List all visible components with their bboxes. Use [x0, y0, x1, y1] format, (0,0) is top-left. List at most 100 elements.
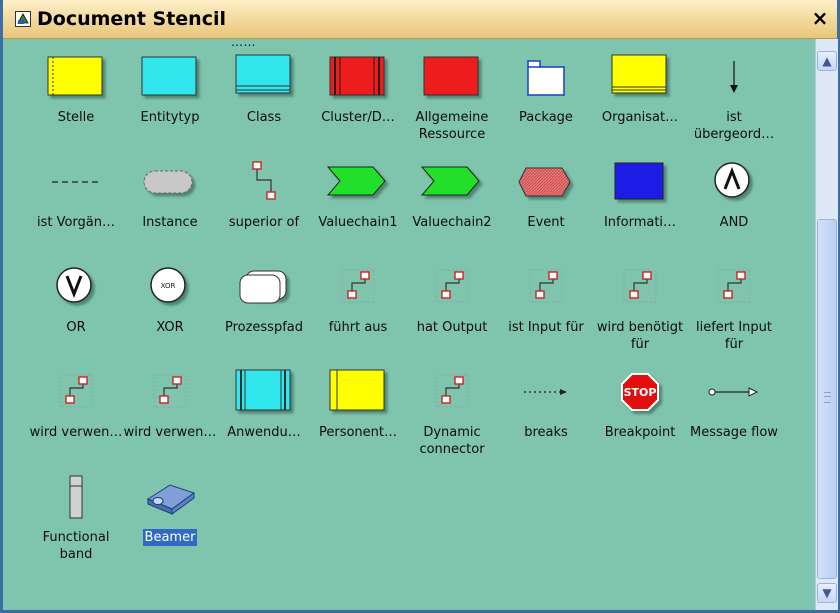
prozesspfad-shape-icon: [217, 257, 311, 317]
stencil-item-label-text: Event: [527, 215, 565, 230]
vertical-scrollbar[interactable]: ▲ ▼: [815, 39, 838, 610]
stencil-item-label-text: Allgemeine Ressource: [415, 110, 489, 142]
stencil-icon: [15, 11, 31, 27]
arrow-down-icon: [687, 47, 781, 107]
stencil-item-label-text: Cluster/D…: [321, 110, 395, 125]
stencil-item-label-text: wird verwen…: [123, 425, 217, 440]
stencil-item-label-text: Breakpoint: [604, 425, 676, 440]
and-operator-icon: [687, 152, 781, 212]
stencil-item-label-text: liefert Input für: [695, 320, 773, 352]
stencil-item-label: Valuechain2: [405, 214, 499, 231]
class-shape-icon: [217, 47, 311, 107]
organisation-shape-icon: [593, 47, 687, 107]
stencil-item-label: Valuechain1: [311, 214, 405, 231]
instance-shape-icon: [123, 152, 217, 212]
stencil-item-label: Personent…: [311, 424, 405, 441]
stencil-item-label-text: Entitytyp: [140, 110, 200, 125]
stencil-item-label-text: AND: [719, 215, 749, 230]
stencil-item-label-text: Personent…: [318, 425, 398, 440]
stencil-item-label-text: ist Input für: [508, 320, 584, 335]
stencil-item-label: Dynamic connector: [405, 424, 499, 458]
dynamic-connector-icon: [29, 362, 123, 422]
stelle-shape-icon: [29, 47, 123, 107]
stencil-item-label: Instance: [123, 214, 217, 231]
stencil-item-label-text: Anwendu…: [227, 425, 301, 440]
stencil-item-label: Package: [499, 109, 593, 126]
document-stencil-window: Document Stencil × …… Stelle Entitytyp Cla…: [0, 0, 840, 613]
stencil-item-label-text: Informati…: [603, 215, 677, 230]
scroll-up-button[interactable]: ▲: [817, 51, 837, 71]
dynamic-connector-icon: [311, 257, 405, 317]
stencil-item-label-text: Prozesspfad: [224, 320, 304, 335]
stencil-item-label: Message flow: [687, 424, 781, 441]
dynamic-connector-icon: [593, 257, 687, 317]
stencil-item-label-text: breaks: [524, 425, 568, 440]
stencil-item-label: superior of: [217, 214, 311, 231]
svg-text:XOR: XOR: [161, 282, 176, 290]
stencil-item-label: ist Input für: [499, 319, 593, 336]
stencil-item-label: ist übergeord…: [687, 109, 781, 143]
stencil-item-label: hat Output: [405, 319, 499, 336]
stencil-item-label-text: superior of: [228, 215, 300, 230]
stencil-item-label-text: Package: [519, 110, 573, 125]
stencil-item-label-text: wird benötigt für: [596, 320, 684, 352]
personentyp-shape-icon: [311, 362, 405, 422]
event-hexagon-icon: [499, 152, 593, 212]
stencil-item-label-text: hat Output: [416, 320, 488, 335]
stencil-item-label: Cluster/D…: [311, 109, 405, 126]
scroll-down-button[interactable]: ▼: [817, 583, 837, 603]
stencil-item-label-text: ist Vorgän…: [36, 215, 116, 230]
stencil-item-label-text: Organisat…: [601, 110, 679, 125]
stencil-item-label-text: wird verwen…: [29, 425, 123, 440]
stencil-item-label: wird benötigt für: [593, 319, 687, 353]
stencil-item-label-text: Functional band: [42, 530, 110, 562]
entitytyp-shape-icon: [123, 47, 217, 107]
stencil-item-label: AND: [687, 214, 781, 231]
stencil-item-label: Allgemeine Ressource: [405, 109, 499, 143]
stencil-shape-grid: …… Stelle Entitytyp Class Cluster/D… Allgeme…: [3, 39, 815, 610]
title-bar[interactable]: Document Stencil ×: [3, 0, 837, 39]
stencil-item-label: Class: [217, 109, 311, 126]
stencil-item-label: Organisat…: [593, 109, 687, 126]
dynamic-connector-icon: [405, 257, 499, 317]
stencil-item-label-text: XOR: [156, 320, 184, 335]
stencil-item-label: führt aus: [311, 319, 405, 336]
scroll-thumb[interactable]: [817, 219, 837, 579]
stencil-item-label-text: Class: [246, 110, 282, 125]
stencil-item-label-text: ist übergeord…: [693, 110, 775, 142]
stop-sign-icon: STOP: [593, 362, 687, 422]
svg-text:STOP: STOP: [624, 386, 657, 399]
stencil-item-label: Stelle: [29, 109, 123, 126]
cluster-shape-icon: [311, 47, 405, 107]
stencil-item-label: XOR: [123, 319, 217, 336]
stencil-item-label: Prozesspfad: [217, 319, 311, 336]
dashed-line-icon: [29, 152, 123, 212]
connector-icon: [217, 152, 311, 212]
stencil-item-label-text: Stelle: [57, 110, 95, 125]
valuechain-arrow-icon: [405, 152, 499, 212]
stencil-item-label-text: führt aus: [328, 320, 388, 335]
grip-icon: [824, 392, 831, 403]
stencil-item-label: breaks: [499, 424, 593, 441]
stencil-item-label-text: Valuechain1: [318, 215, 398, 230]
information-shape-icon: [593, 152, 687, 212]
stencil-item-label: Beamer: [123, 529, 217, 546]
stencil-item-label: Breakpoint: [593, 424, 687, 441]
package-folder-icon: [499, 47, 593, 107]
stencil-item-label: wird verwen…: [123, 424, 217, 441]
or-operator-icon: [29, 257, 123, 317]
dynamic-connector-icon: [405, 362, 499, 422]
stencil-item-label-text: Message flow: [690, 425, 778, 440]
stencil-item-label-text: Valuechain2: [412, 215, 492, 230]
stencil-item-label: OR: [29, 319, 123, 336]
allgemeine-ressource-shape-icon: [405, 47, 499, 107]
anwendung-shape-icon: [217, 362, 311, 422]
window-title: Document Stencil: [37, 8, 226, 30]
stencil-item-label: Informati…: [593, 214, 687, 231]
close-button[interactable]: ×: [809, 6, 831, 30]
stencil-item-label: ist Vorgän…: [29, 214, 123, 231]
stencil-item-label: liefert Input für: [687, 319, 781, 353]
stencil-item-label: Functional band: [29, 529, 123, 563]
dynamic-connector-icon: [499, 257, 593, 317]
dotted-arrow-icon: [499, 362, 593, 422]
